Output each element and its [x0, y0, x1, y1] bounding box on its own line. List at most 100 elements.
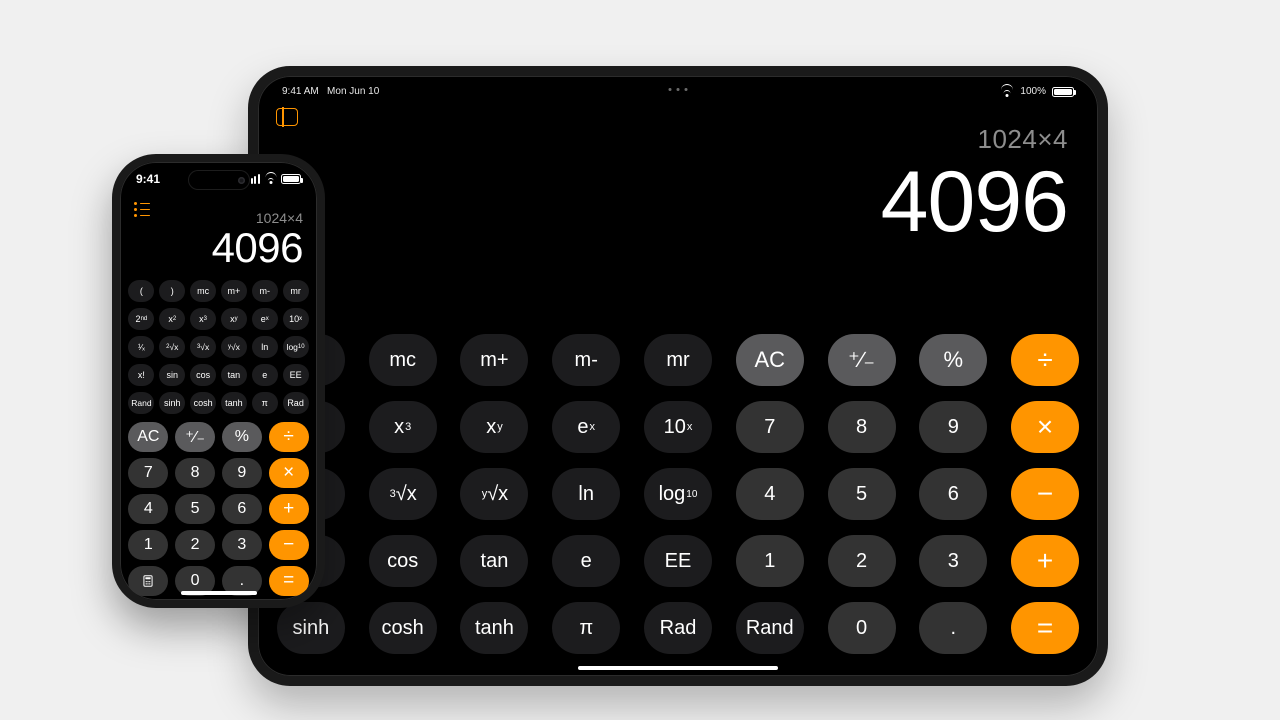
ip-key-plus[interactable]: +: [269, 494, 309, 524]
ip-key-ex[interactable]: ex: [252, 308, 278, 330]
key-5[interactable]: 5: [828, 468, 896, 520]
key-negate[interactable]: ⁺∕₋: [828, 334, 896, 386]
ip-key-ln[interactable]: ln: [252, 336, 278, 358]
key-rad[interactable]: Rad: [644, 602, 712, 654]
ip-key-sin[interactable]: sin: [159, 364, 185, 386]
ipad-home-indicator[interactable]: [578, 666, 778, 670]
ip-key-1[interactable]: 1: [128, 530, 168, 560]
ip-key-mr[interactable]: mr: [283, 280, 309, 302]
battery-icon: [281, 174, 301, 184]
ip-key-multiply[interactable]: ×: [269, 458, 309, 488]
key-log10[interactable]: log10: [644, 468, 712, 520]
ip-key-9[interactable]: 9: [222, 458, 262, 488]
ip-key-fact[interactable]: x!: [128, 364, 154, 386]
ip-key-ac[interactable]: AC: [128, 422, 168, 452]
multitask-dots-icon[interactable]: [669, 88, 688, 91]
ip-key-sinh[interactable]: sinh: [159, 392, 185, 414]
ip-key-tanh[interactable]: tanh: [221, 392, 247, 414]
ip-key-mc[interactable]: mc: [190, 280, 216, 302]
key-ex[interactable]: ex: [552, 401, 620, 453]
wifi-icon: [264, 174, 277, 184]
ip-key-x3[interactable]: x3: [190, 308, 216, 330]
ip-key-sqrt2[interactable]: 2√x: [159, 336, 185, 358]
key-m-plus[interactable]: m+: [460, 334, 528, 386]
wifi-icon: [1000, 87, 1014, 97]
iphone-result: 4096: [134, 226, 303, 270]
ip-key-mminus[interactable]: m-: [252, 280, 278, 302]
ip-key-divide[interactable]: ÷: [269, 422, 309, 452]
key-multiply[interactable]: ×: [1011, 401, 1079, 453]
key-cos[interactable]: cos: [369, 535, 437, 587]
key-8[interactable]: 8: [828, 401, 896, 453]
key-rand[interactable]: Rand: [736, 602, 804, 654]
ipad-time: 9:41 AM: [282, 86, 319, 97]
ip-key-sqrty[interactable]: y√x: [221, 336, 247, 358]
key-sqrty[interactable]: y√x: [460, 468, 528, 520]
ip-key-rad[interactable]: Rad: [283, 392, 309, 414]
ip-key-3[interactable]: 3: [222, 530, 262, 560]
ip-key-x2[interactable]: x2: [159, 308, 185, 330]
key-mc[interactable]: mc: [369, 334, 437, 386]
ip-key-recip[interactable]: ¹∕ₓ: [128, 336, 154, 358]
key-ee[interactable]: EE: [644, 535, 712, 587]
battery-icon: [1052, 87, 1074, 97]
key-ln[interactable]: ln: [552, 468, 620, 520]
key-2[interactable]: 2: [828, 535, 896, 587]
key-m-minus[interactable]: m-: [552, 334, 620, 386]
key-6[interactable]: 6: [919, 468, 987, 520]
ip-key-log10[interactable]: log10: [283, 336, 309, 358]
ip-key-7[interactable]: 7: [128, 458, 168, 488]
key-tanh[interactable]: tanh: [460, 602, 528, 654]
ip-key-percent[interactable]: %: [222, 422, 262, 452]
ip-key-ee[interactable]: EE: [283, 364, 309, 386]
ip-key-e[interactable]: e: [252, 364, 278, 386]
key-minus[interactable]: −: [1011, 468, 1079, 520]
key-dot[interactable]: .: [919, 602, 987, 654]
ip-key-mplus[interactable]: m+: [221, 280, 247, 302]
ip-key-paren-close[interactable]: ): [159, 280, 185, 302]
ip-key-cos[interactable]: cos: [190, 364, 216, 386]
key-e[interactable]: e: [552, 535, 620, 587]
iphone-time: 9:41: [136, 172, 160, 186]
key-sqrt3[interactable]: 3√x: [369, 468, 437, 520]
key-0[interactable]: 0: [828, 602, 896, 654]
key-divide[interactable]: ÷: [1011, 334, 1079, 386]
ip-key-mode[interactable]: [128, 566, 168, 596]
key-7[interactable]: 7: [736, 401, 804, 453]
key-xy[interactable]: xy: [460, 401, 528, 453]
iphone-home-indicator[interactable]: [181, 591, 257, 595]
ip-key-negate[interactable]: ⁺∕₋: [175, 422, 215, 452]
ip-key-paren-open[interactable]: (: [128, 280, 154, 302]
key-10x[interactable]: 10x: [644, 401, 712, 453]
key-tan[interactable]: tan: [460, 535, 528, 587]
ip-key-pi[interactable]: π: [252, 392, 278, 414]
ip-key-2[interactable]: 2: [175, 530, 215, 560]
iphone-status-right: [247, 172, 301, 186]
ip-key-8[interactable]: 8: [175, 458, 215, 488]
key-9[interactable]: 9: [919, 401, 987, 453]
key-1[interactable]: 1: [736, 535, 804, 587]
ip-key-minus[interactable]: −: [269, 530, 309, 560]
ip-key-6[interactable]: 6: [222, 494, 262, 524]
ip-key-4[interactable]: 4: [128, 494, 168, 524]
ip-key-10x[interactable]: 10x: [283, 308, 309, 330]
ip-key-2nd[interactable]: 2nd: [128, 308, 154, 330]
ip-key-cosh[interactable]: cosh: [190, 392, 216, 414]
ip-key-equals[interactable]: =: [269, 566, 309, 596]
key-x3[interactable]: x3: [369, 401, 437, 453]
key-percent[interactable]: %: [919, 334, 987, 386]
key-sinh[interactable]: sinh: [277, 602, 345, 654]
key-pi[interactable]: π: [552, 602, 620, 654]
ip-key-5[interactable]: 5: [175, 494, 215, 524]
key-equals[interactable]: =: [1011, 602, 1079, 654]
ip-key-sqrt3[interactable]: 3√x: [190, 336, 216, 358]
key-cosh[interactable]: cosh: [369, 602, 437, 654]
ip-key-rand[interactable]: Rand: [128, 392, 154, 414]
ip-key-xy[interactable]: xy: [221, 308, 247, 330]
key-3[interactable]: 3: [919, 535, 987, 587]
key-ac[interactable]: AC: [736, 334, 804, 386]
ip-key-tan[interactable]: tan: [221, 364, 247, 386]
key-4[interactable]: 4: [736, 468, 804, 520]
key-mr[interactable]: mr: [644, 334, 712, 386]
key-plus[interactable]: +: [1011, 535, 1079, 587]
